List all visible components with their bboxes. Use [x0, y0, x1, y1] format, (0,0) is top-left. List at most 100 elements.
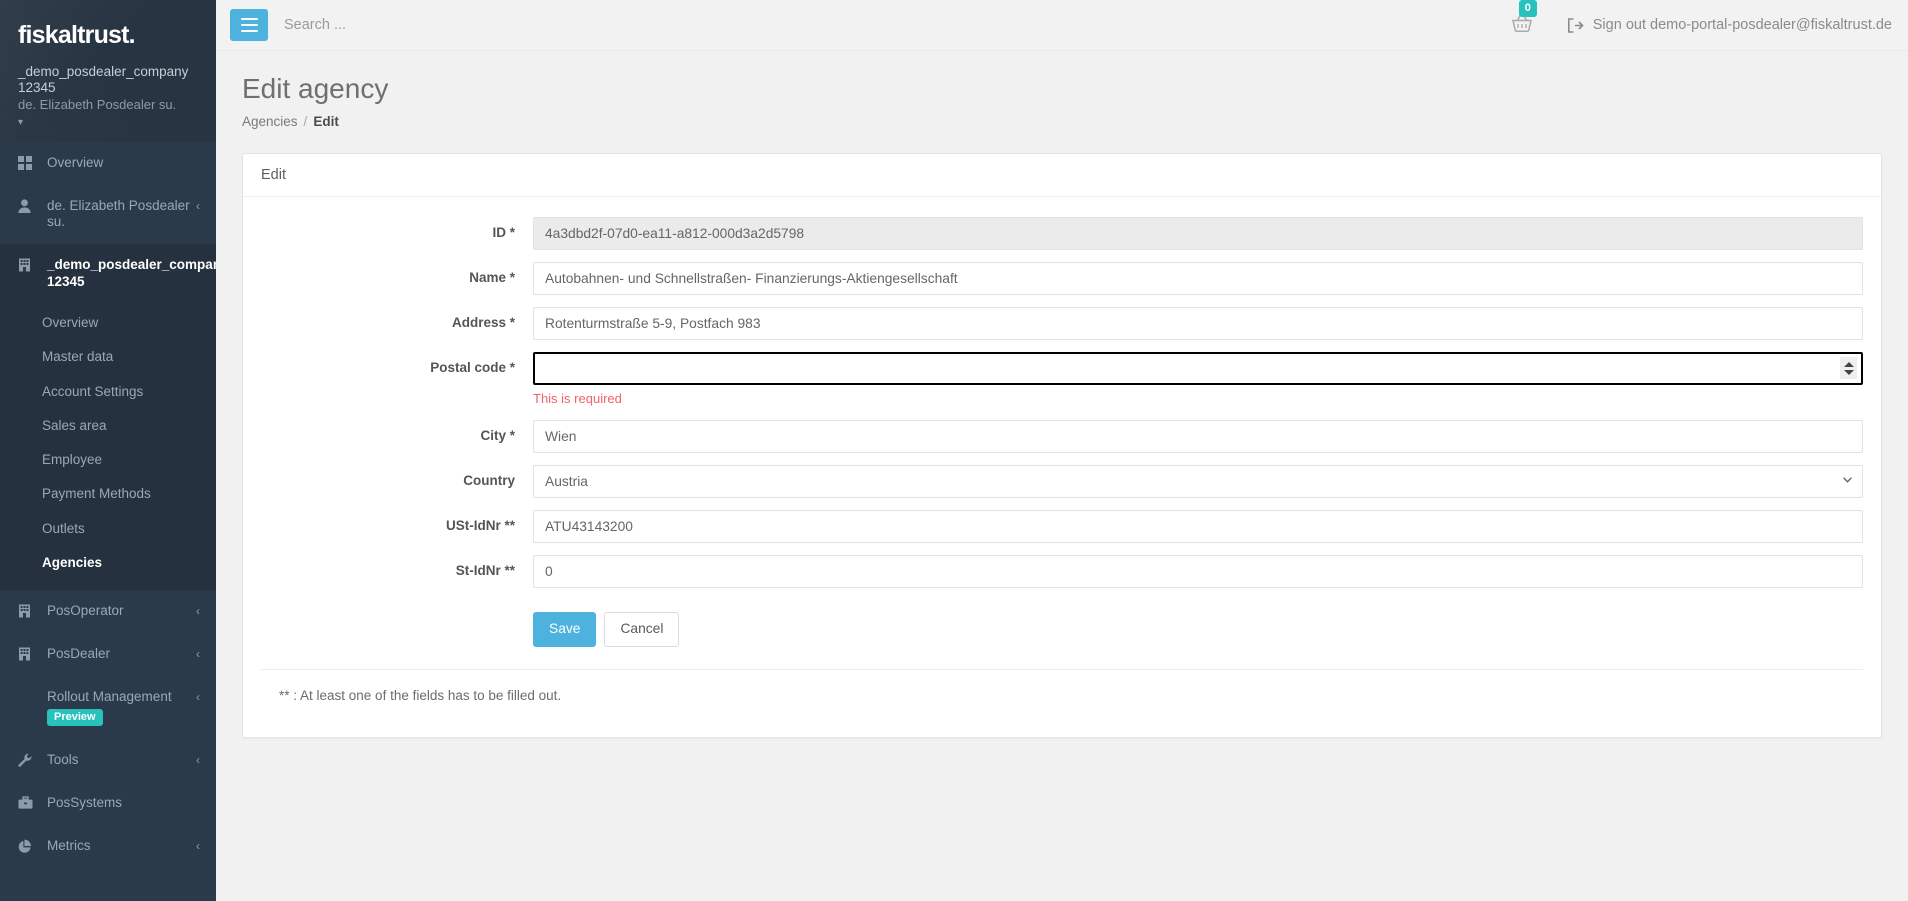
sidebar-item-label: de. Elizabeth Posdealer su.: [47, 197, 190, 230]
postal-code-field[interactable]: [533, 352, 1863, 386]
sidebar-company-subtitle: de. Elizabeth Posdealer su.: [18, 97, 177, 113]
label-country: Country: [463, 473, 515, 489]
sidebar-subitem-sales-area[interactable]: Sales area: [0, 409, 216, 443]
breadcrumb: Agencies / Edit: [242, 114, 1882, 129]
sidebar-item-metrics[interactable]: Metrics ‹: [0, 825, 216, 868]
label-ust-idnr: USt-IdNr **: [445, 518, 515, 534]
signout-icon: [1567, 17, 1584, 33]
sidebar-item-label: PosSystems: [47, 795, 123, 811]
sidebar-item-label: Metrics: [47, 838, 91, 854]
card-body: ID * Name * Address *: [243, 197, 1881, 736]
form-actions: Save Cancel: [261, 600, 1863, 647]
preview-badge: Preview: [47, 708, 103, 727]
grid-icon: [18, 155, 38, 170]
sidebar-item-rollout-wrap: Rollout Management Preview: [47, 689, 190, 727]
page-header: Edit agency Agencies / Edit: [216, 51, 1908, 130]
ust-idnr-field[interactable]: [533, 510, 1863, 544]
spinner-up-icon[interactable]: [1843, 361, 1854, 367]
building-icon: [18, 646, 38, 661]
signout-label: Sign out demo-portal-posdealer@fiskaltru…: [1592, 17, 1892, 33]
spinner-down-icon[interactable]: [1843, 369, 1854, 375]
address-field[interactable]: [533, 307, 1863, 341]
search-input[interactable]: [284, 13, 1507, 37]
sidebar-item-tools[interactable]: Tools ‹: [0, 739, 216, 782]
cart-button[interactable]: 0: [1507, 0, 1537, 42]
main-area: 0 Sign out demo-portal-posdealer@fiskalt…: [216, 0, 1908, 901]
label-address: Address *: [451, 315, 515, 331]
label-postal-code: Postal code *: [430, 360, 515, 376]
sidebar-subitem-account-settings[interactable]: Account Settings: [0, 375, 216, 409]
country-select[interactable]: Austria: [533, 465, 1863, 499]
st-idnr-field[interactable]: [533, 555, 1863, 589]
cart-count-badge: 0: [1518, 0, 1537, 17]
card-header: Edit: [243, 154, 1881, 198]
user-icon: [18, 198, 38, 213]
sidebar-item-label: Tools: [47, 752, 79, 768]
chevron-left-icon: ‹: [196, 198, 200, 213]
topbar-right: 0 Sign out demo-portal-posdealer@fiskalt…: [1507, 0, 1892, 42]
topbar: 0 Sign out demo-portal-posdealer@fiskalt…: [216, 0, 1908, 51]
sidebar-subitem-payment-methods[interactable]: Payment Methods: [0, 477, 216, 511]
sidebar-item-label: _demo_posdealer_company 12345: [47, 257, 216, 290]
control-name: [533, 262, 1863, 296]
sidebar-subitem-outlets[interactable]: Outlets: [0, 512, 216, 546]
sidebar-item-possystems[interactable]: PosSystems: [0, 782, 216, 825]
menu-toggle-button[interactable]: [230, 9, 268, 41]
postal-code-error: This is required: [533, 391, 622, 407]
cancel-button[interactable]: Cancel: [604, 612, 680, 647]
briefcase-icon: [18, 795, 38, 810]
control-st-idnr: [533, 555, 1863, 589]
form-row-name: Name *: [261, 262, 1863, 296]
control-ust-idnr: [533, 510, 1863, 544]
form-row-postal-code: Postal code * This is required: [261, 352, 1863, 408]
building-icon: [18, 257, 38, 272]
label-st-idnr: St-IdNr **: [455, 563, 515, 579]
sidebar-item-elizabeth-posdealer[interactable]: de. Elizabeth Posdealer su. ‹: [0, 185, 216, 245]
sidebar-item-posoperator[interactable]: PosOperator ‹: [0, 590, 216, 633]
breadcrumb-separator: /: [303, 114, 308, 130]
sidebar-brand-area: fiskaltrust. _demo_posdealer_company 123…: [0, 0, 216, 142]
id-field[interactable]: [533, 217, 1863, 251]
label-name: Name *: [469, 270, 515, 286]
chevron-left-icon: ‹: [196, 689, 200, 704]
chart-pie-icon: [18, 838, 38, 853]
chevron-left-icon: ‹: [196, 604, 200, 619]
form-row-country: Country Austria: [261, 465, 1863, 499]
burger-line: [240, 18, 258, 20]
save-button[interactable]: Save: [533, 612, 597, 647]
sidebar-item-demo-posdealer-company[interactable]: _demo_posdealer_company 12345 ‹: [0, 244, 216, 305]
edit-card: Edit ID * Name *: [242, 153, 1882, 738]
form-row-address: Address *: [261, 307, 1863, 341]
sidebar-item-rollout-management[interactable]: Rollout Management Preview ‹: [0, 676, 216, 740]
chevron-down-icon[interactable]: ▾: [18, 117, 198, 128]
control-address: [533, 307, 1863, 341]
number-spinner[interactable]: [1840, 357, 1857, 380]
sidebar-item-label: PosOperator: [47, 603, 124, 619]
signout-link[interactable]: Sign out demo-portal-posdealer@fiskaltru…: [1567, 17, 1892, 33]
sidebar-subitem-agencies[interactable]: Agencies: [0, 546, 216, 580]
wrench-icon: [18, 752, 38, 768]
content-area: Edit ID * Name *: [216, 129, 1908, 738]
label-city: City *: [480, 428, 515, 444]
burger-line: [240, 30, 258, 32]
control-postal-code: This is required: [533, 352, 1863, 408]
sidebar-company-name: _demo_posdealer_company 12345: [18, 63, 189, 95]
sidebar-item-label: PosDealer: [47, 645, 111, 661]
brand-logo: fiskaltrust.: [18, 21, 136, 49]
sidebar-subitem-employee[interactable]: Employee: [0, 443, 216, 477]
label-id: ID *: [492, 225, 515, 241]
sidebar-subitem-master-data[interactable]: Master data: [0, 340, 216, 374]
chevron-left-icon: ‹: [196, 753, 200, 768]
breadcrumb-link-agencies[interactable]: Agencies: [242, 114, 298, 129]
app-root: fiskaltrust. _demo_posdealer_company 123…: [0, 0, 1908, 901]
sidebar-nav: Overview de. Elizabeth Posdealer su. ‹ _…: [0, 142, 216, 868]
form-row-st-idnr: St-IdNr **: [261, 555, 1863, 589]
burger-line: [240, 24, 258, 26]
sidebar-item-posdealer[interactable]: PosDealer ‹: [0, 633, 216, 676]
sidebar-item-overview[interactable]: Overview: [0, 142, 216, 185]
name-field[interactable]: [533, 262, 1863, 296]
city-field[interactable]: [533, 420, 1863, 454]
none-icon: [18, 689, 38, 690]
sidebar-subitem-overview[interactable]: Overview: [0, 306, 216, 340]
form-row-id: ID *: [261, 217, 1863, 251]
